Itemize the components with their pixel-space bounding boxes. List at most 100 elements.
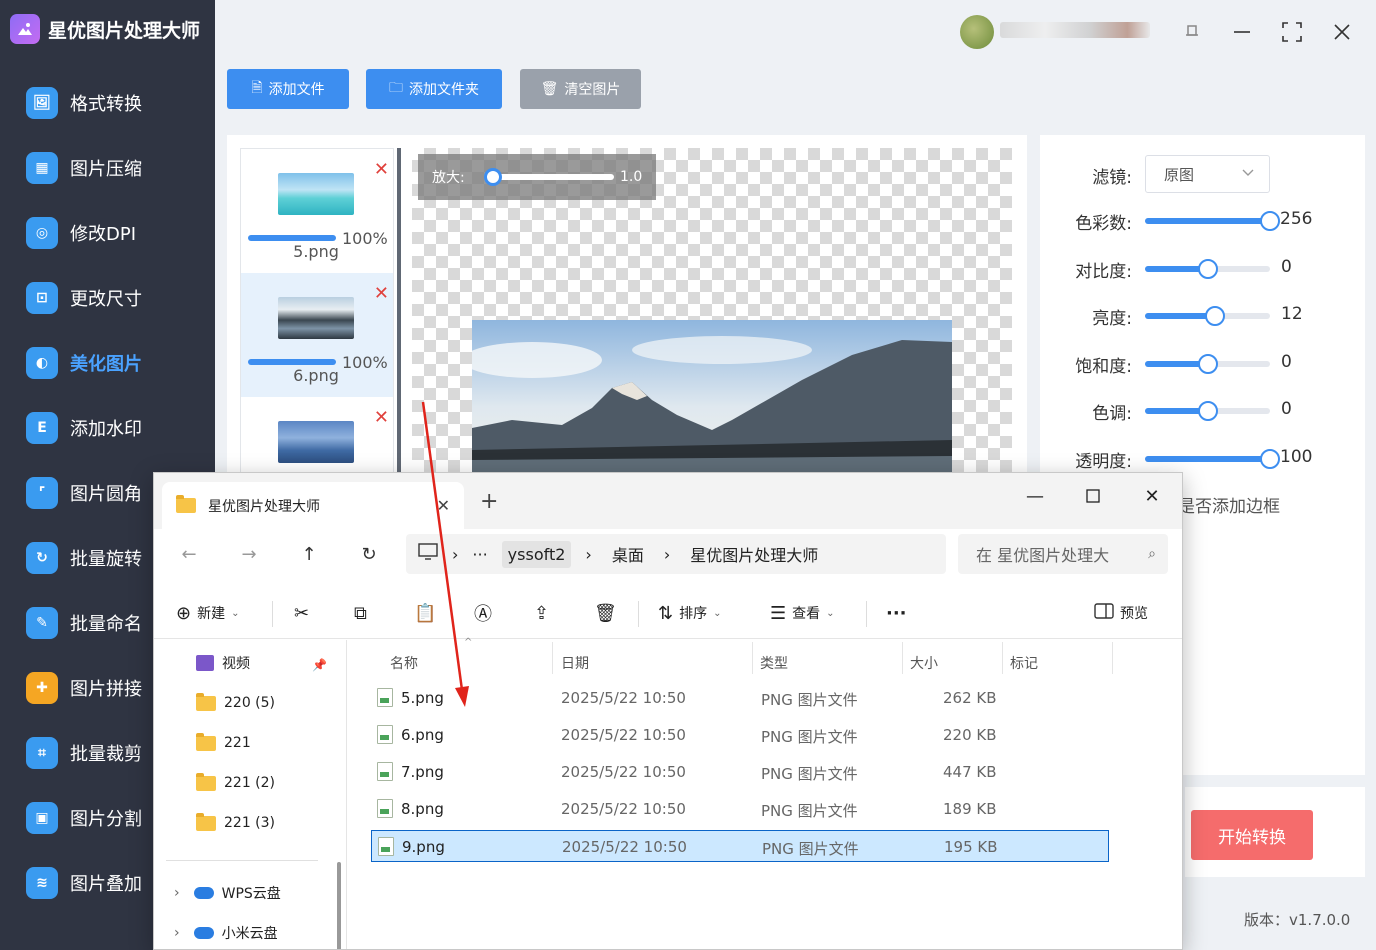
slider-thumb[interactable] — [1197, 258, 1218, 279]
breadcrumb-ellipsis[interactable]: ··· — [472, 545, 487, 564]
file-row[interactable]: 9.png 2025/5/22 10:50 PNG 图片文件 195 KB — [371, 830, 1109, 862]
pin-icon[interactable] — [1175, 15, 1209, 49]
nav-pane-item[interactable]: › WPS云盘 — [174, 882, 281, 904]
chevron-right-icon[interactable]: › — [174, 925, 180, 941]
more-options-icon[interactable]: ··· — [886, 597, 907, 629]
up-icon[interactable]: ↑ — [292, 537, 326, 571]
progress-bar — [248, 359, 336, 365]
slider-thumb[interactable] — [1197, 401, 1218, 421]
adjust-slider[interactable] — [1145, 211, 1280, 231]
explorer-close-icon[interactable]: ✕ — [1129, 479, 1175, 513]
chevron-down-icon: ⌄ — [713, 607, 722, 619]
search-input[interactable]: 在 星优图片处理大 ⌕ — [958, 534, 1168, 574]
column-header-date[interactable]: 日期 — [561, 648, 589, 678]
sidebar-item[interactable]: ◎ 修改DPI — [0, 200, 215, 265]
avatar[interactable] — [960, 15, 994, 49]
explorer-tab[interactable]: 星优图片处理大师 ✕ — [162, 482, 464, 529]
border-checkbox-label[interactable]: 是否添加边框 — [1178, 492, 1280, 517]
zoom-slider[interactable] — [484, 168, 614, 186]
delete-icon[interactable]: 🗑 — [594, 597, 617, 629]
sidebar-item[interactable]: ⊡ 更改尺寸 — [0, 265, 215, 330]
nav-scrollbar[interactable] — [337, 862, 341, 949]
slider-thumb[interactable] — [1260, 211, 1280, 231]
file-row[interactable]: 7.png 2025/5/22 10:50 PNG 图片文件 447 KB — [371, 756, 1109, 788]
remove-icon[interactable]: ✕ — [374, 407, 389, 428]
column-header-size[interactable]: 大小 — [910, 648, 938, 678]
clear-images-button[interactable]: 🗑 清空图片 — [520, 69, 641, 109]
username-blurred — [1000, 22, 1150, 38]
preview-pane-icon — [1094, 603, 1114, 623]
sort-button[interactable]: ⇅ 排序 ⌄ — [658, 597, 721, 629]
adjust-slider[interactable] — [1145, 353, 1270, 374]
sidebar-item[interactable]: E 添加水印 — [0, 395, 215, 460]
slider-label: 对比度: — [1075, 261, 1132, 282]
column-divider — [1112, 642, 1113, 674]
column-header-type[interactable]: 类型 — [760, 648, 788, 678]
explorer-maximize-icon[interactable] — [1070, 479, 1116, 513]
column-header-tag[interactable]: 标记 — [1010, 648, 1038, 678]
slider-thumb[interactable] — [1205, 306, 1225, 326]
nav-pane-item[interactable]: 220 (5) — [196, 692, 275, 714]
refresh-icon[interactable]: ↻ — [352, 537, 386, 571]
adjust-slider[interactable] — [1145, 306, 1270, 326]
file-row[interactable]: 5.png 2025/5/22 10:50 PNG 图片文件 262 KB — [371, 682, 1109, 714]
separator — [866, 601, 867, 627]
add-file-button[interactable]: 🗎 添加文件 — [227, 69, 349, 109]
rename-icon[interactable]: Ⓐ — [474, 597, 492, 629]
paste-icon[interactable]: 📋 — [414, 597, 436, 629]
sidebar-item[interactable]: ◐ 美化图片 — [0, 330, 215, 395]
new-button[interactable]: ⊕ 新建 ⌄ — [176, 597, 239, 629]
minimize-icon[interactable] — [1225, 15, 1259, 49]
back-icon[interactable]: ← — [172, 537, 206, 571]
forward-icon[interactable]: → — [232, 537, 266, 571]
new-tab-icon[interactable]: + — [480, 489, 498, 514]
zoom-slider-thumb[interactable] — [484, 168, 502, 186]
share-icon[interactable]: ⇪ — [534, 597, 549, 629]
splitter[interactable] — [397, 148, 401, 478]
close-icon[interactable] — [1325, 15, 1359, 49]
add-folder-button[interactable]: 🗀 添加文件夹 — [366, 69, 502, 109]
folder-icon: 🗀 — [389, 80, 403, 96]
preview-photo — [472, 320, 952, 478]
nav-pane-item[interactable]: 221 (3) — [196, 812, 275, 834]
filter-select[interactable]: 原图 — [1145, 155, 1270, 193]
pin-icon[interactable]: 📌 — [312, 658, 327, 672]
adjust-slider[interactable] — [1145, 401, 1270, 421]
sidebar-item[interactable]: 🖼 格式转换 — [0, 70, 215, 135]
copy-icon[interactable]: ⧉ — [354, 597, 367, 629]
breadcrumb-folder[interactable]: 星优图片处理大师 — [684, 538, 824, 570]
cut-icon[interactable]: ✂ — [294, 597, 309, 629]
adjust-slider[interactable] — [1145, 258, 1270, 279]
nav-pane-item[interactable]: › 小米云盘 — [174, 922, 278, 944]
remove-icon[interactable]: ✕ — [374, 283, 389, 304]
chevron-right-icon[interactable]: › — [174, 885, 180, 901]
breadcrumb-separator: › — [452, 544, 459, 564]
thumbnail-item[interactable]: ✕ 100% 5.png — [241, 149, 393, 273]
nav-pane-item[interactable]: 视频 — [196, 652, 250, 674]
remove-icon[interactable]: ✕ — [374, 159, 389, 180]
start-convert-button[interactable]: 开始转换 — [1191, 810, 1313, 860]
fullscreen-icon[interactable] — [1275, 15, 1309, 49]
slider-thumb[interactable] — [1197, 353, 1218, 374]
preview-pane-button[interactable]: 预览 — [1094, 597, 1148, 629]
breadcrumb-root[interactable]: yssoft2 — [501, 540, 572, 568]
sidebar-item[interactable]: ▦ 图片压缩 — [0, 135, 215, 200]
file-type: PNG 图片文件 — [762, 840, 859, 858]
slider-fill — [1145, 455, 1270, 462]
thumbnail-item[interactable]: ✕ — [241, 397, 393, 477]
slider-thumb[interactable] — [1260, 448, 1280, 469]
explorer-minimize-icon[interactable]: — — [1012, 479, 1058, 513]
tab-close-icon[interactable]: ✕ — [437, 496, 450, 515]
nav-pane-item[interactable]: 221 — [196, 732, 251, 754]
image-convert-icon: 🖼 — [26, 86, 58, 119]
column-header-name[interactable]: 名称 — [390, 648, 418, 678]
sidebar-item-label: 格式转换 — [70, 93, 142, 115]
breadcrumb-desktop[interactable]: 桌面 — [606, 538, 650, 570]
thumbnail-item[interactable]: ✕ 100% 6.png — [241, 273, 393, 397]
view-button[interactable]: ☰ 查看 ⌄ — [770, 597, 835, 629]
nav-pane-item[interactable]: 221 (2) — [196, 772, 275, 794]
file-row[interactable]: 6.png 2025/5/22 10:50 PNG 图片文件 220 KB — [371, 719, 1109, 751]
file-row[interactable]: 8.png 2025/5/22 10:50 PNG 图片文件 189 KB — [371, 793, 1109, 825]
adjust-slider[interactable] — [1145, 448, 1280, 469]
address-bar[interactable]: › ··· yssoft2 › 桌面 › 星优图片处理大师 — [406, 534, 946, 574]
